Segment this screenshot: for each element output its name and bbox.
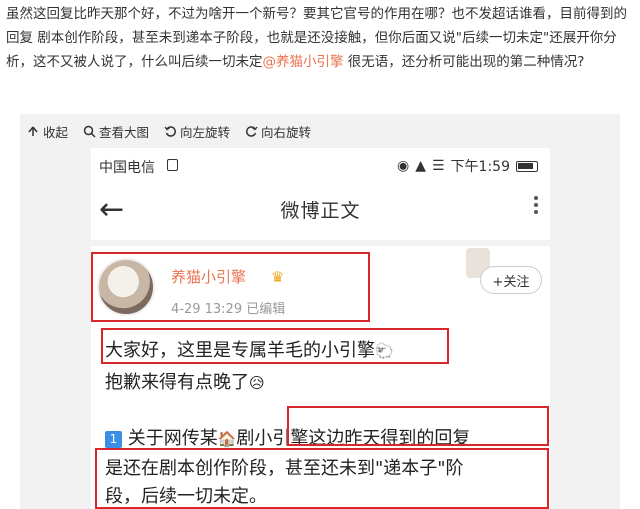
status-time: 下午1:59: [450, 159, 510, 175]
sim-icon: [167, 159, 178, 171]
view-large-button[interactable]: 查看大图: [82, 122, 149, 141]
username[interactable]: 养猫小引擎: [171, 266, 246, 287]
eye-icon: ◉: [396, 158, 410, 174]
rotate-left-button[interactable]: 向左旋转: [163, 122, 230, 141]
wifi-icon: ☰: [431, 158, 445, 174]
rotate-left-icon: [163, 124, 177, 138]
follow-button[interactable]: +关注: [480, 266, 542, 294]
rotate-right-button[interactable]: 向右旋转: [244, 122, 311, 141]
crown-icon: ♛: [271, 268, 285, 286]
battery-icon: [516, 160, 538, 172]
sheep-icon: 🐑: [375, 342, 394, 360]
collapse-label: 收起: [43, 124, 69, 140]
search-icon: [82, 124, 96, 138]
rotate-right-label: 向右旋转: [261, 124, 312, 140]
content-line-4: 是还在剧本创作阶段，甚至还未到"递本子"阶: [105, 458, 464, 479]
house-icon: 🏠: [217, 430, 237, 448]
avatar[interactable]: [97, 258, 155, 316]
nav-bar: ← 微博正文: [91, 186, 550, 230]
mention-link[interactable]: @养猫小引擎: [263, 54, 344, 70]
content-line-3-text: 关于网传某: [127, 428, 218, 449]
rotate-right-icon: [244, 124, 258, 138]
image-toolbar: 收起 查看大图 向左旋转 向右旋转: [20, 114, 620, 148]
content-line-3-text-b: 剧小引擎这边昨天得到的回复: [236, 428, 471, 449]
more-icon[interactable]: [534, 194, 540, 216]
phone-screenshot[interactable]: 中国电信 ◉ ▲ ☰ 下午1:59 ← 微博正文 养猫小引擎 ♛ 4-29 13…: [91, 148, 550, 509]
content-line-1: 大家好，这里是专属羊毛的小引擎🐑: [105, 336, 394, 362]
page-title: 微博正文: [280, 200, 361, 222]
rotate-left-label: 向左旋转: [180, 124, 231, 140]
content-line-2: 抱歉来得有点晚了😥: [105, 368, 265, 394]
collapse-button[interactable]: 收起: [26, 122, 68, 141]
content-line-2-text: 抱歉来得有点晚了: [105, 372, 249, 393]
post-meta: 4-29 13:29 已编辑: [171, 302, 286, 317]
number-badge: 1: [105, 431, 122, 448]
content-line-1-text: 大家好，这里是专属羊毛的小引擎: [105, 340, 375, 361]
post-body-end: 很无语，还分析可能出现的第二种情况?: [343, 54, 585, 70]
signal-icon: ▲: [415, 158, 426, 174]
content-line-3: 1 关于网传某🏠剧小引擎这边昨天得到的回复: [105, 424, 470, 450]
sad-face-icon: 😥: [249, 374, 265, 392]
view-large-label: 查看大图: [99, 124, 150, 140]
status-right: ◉ ▲ ☰ 下午1:59: [391, 156, 538, 176]
collapse-icon: [26, 124, 40, 138]
carrier-label: 中国电信: [99, 160, 155, 176]
status-bar: 中国电信 ◉ ▲ ☰ 下午1:59: [91, 148, 550, 182]
divider: [91, 240, 550, 246]
post-text: 虽然这回复比昨天那个好，不过为啥开一个新号？要其它官号的作用在哪？也不发超话谁看…: [6, 2, 636, 74]
content-line-5: 段，后续一切未定。: [105, 486, 267, 507]
